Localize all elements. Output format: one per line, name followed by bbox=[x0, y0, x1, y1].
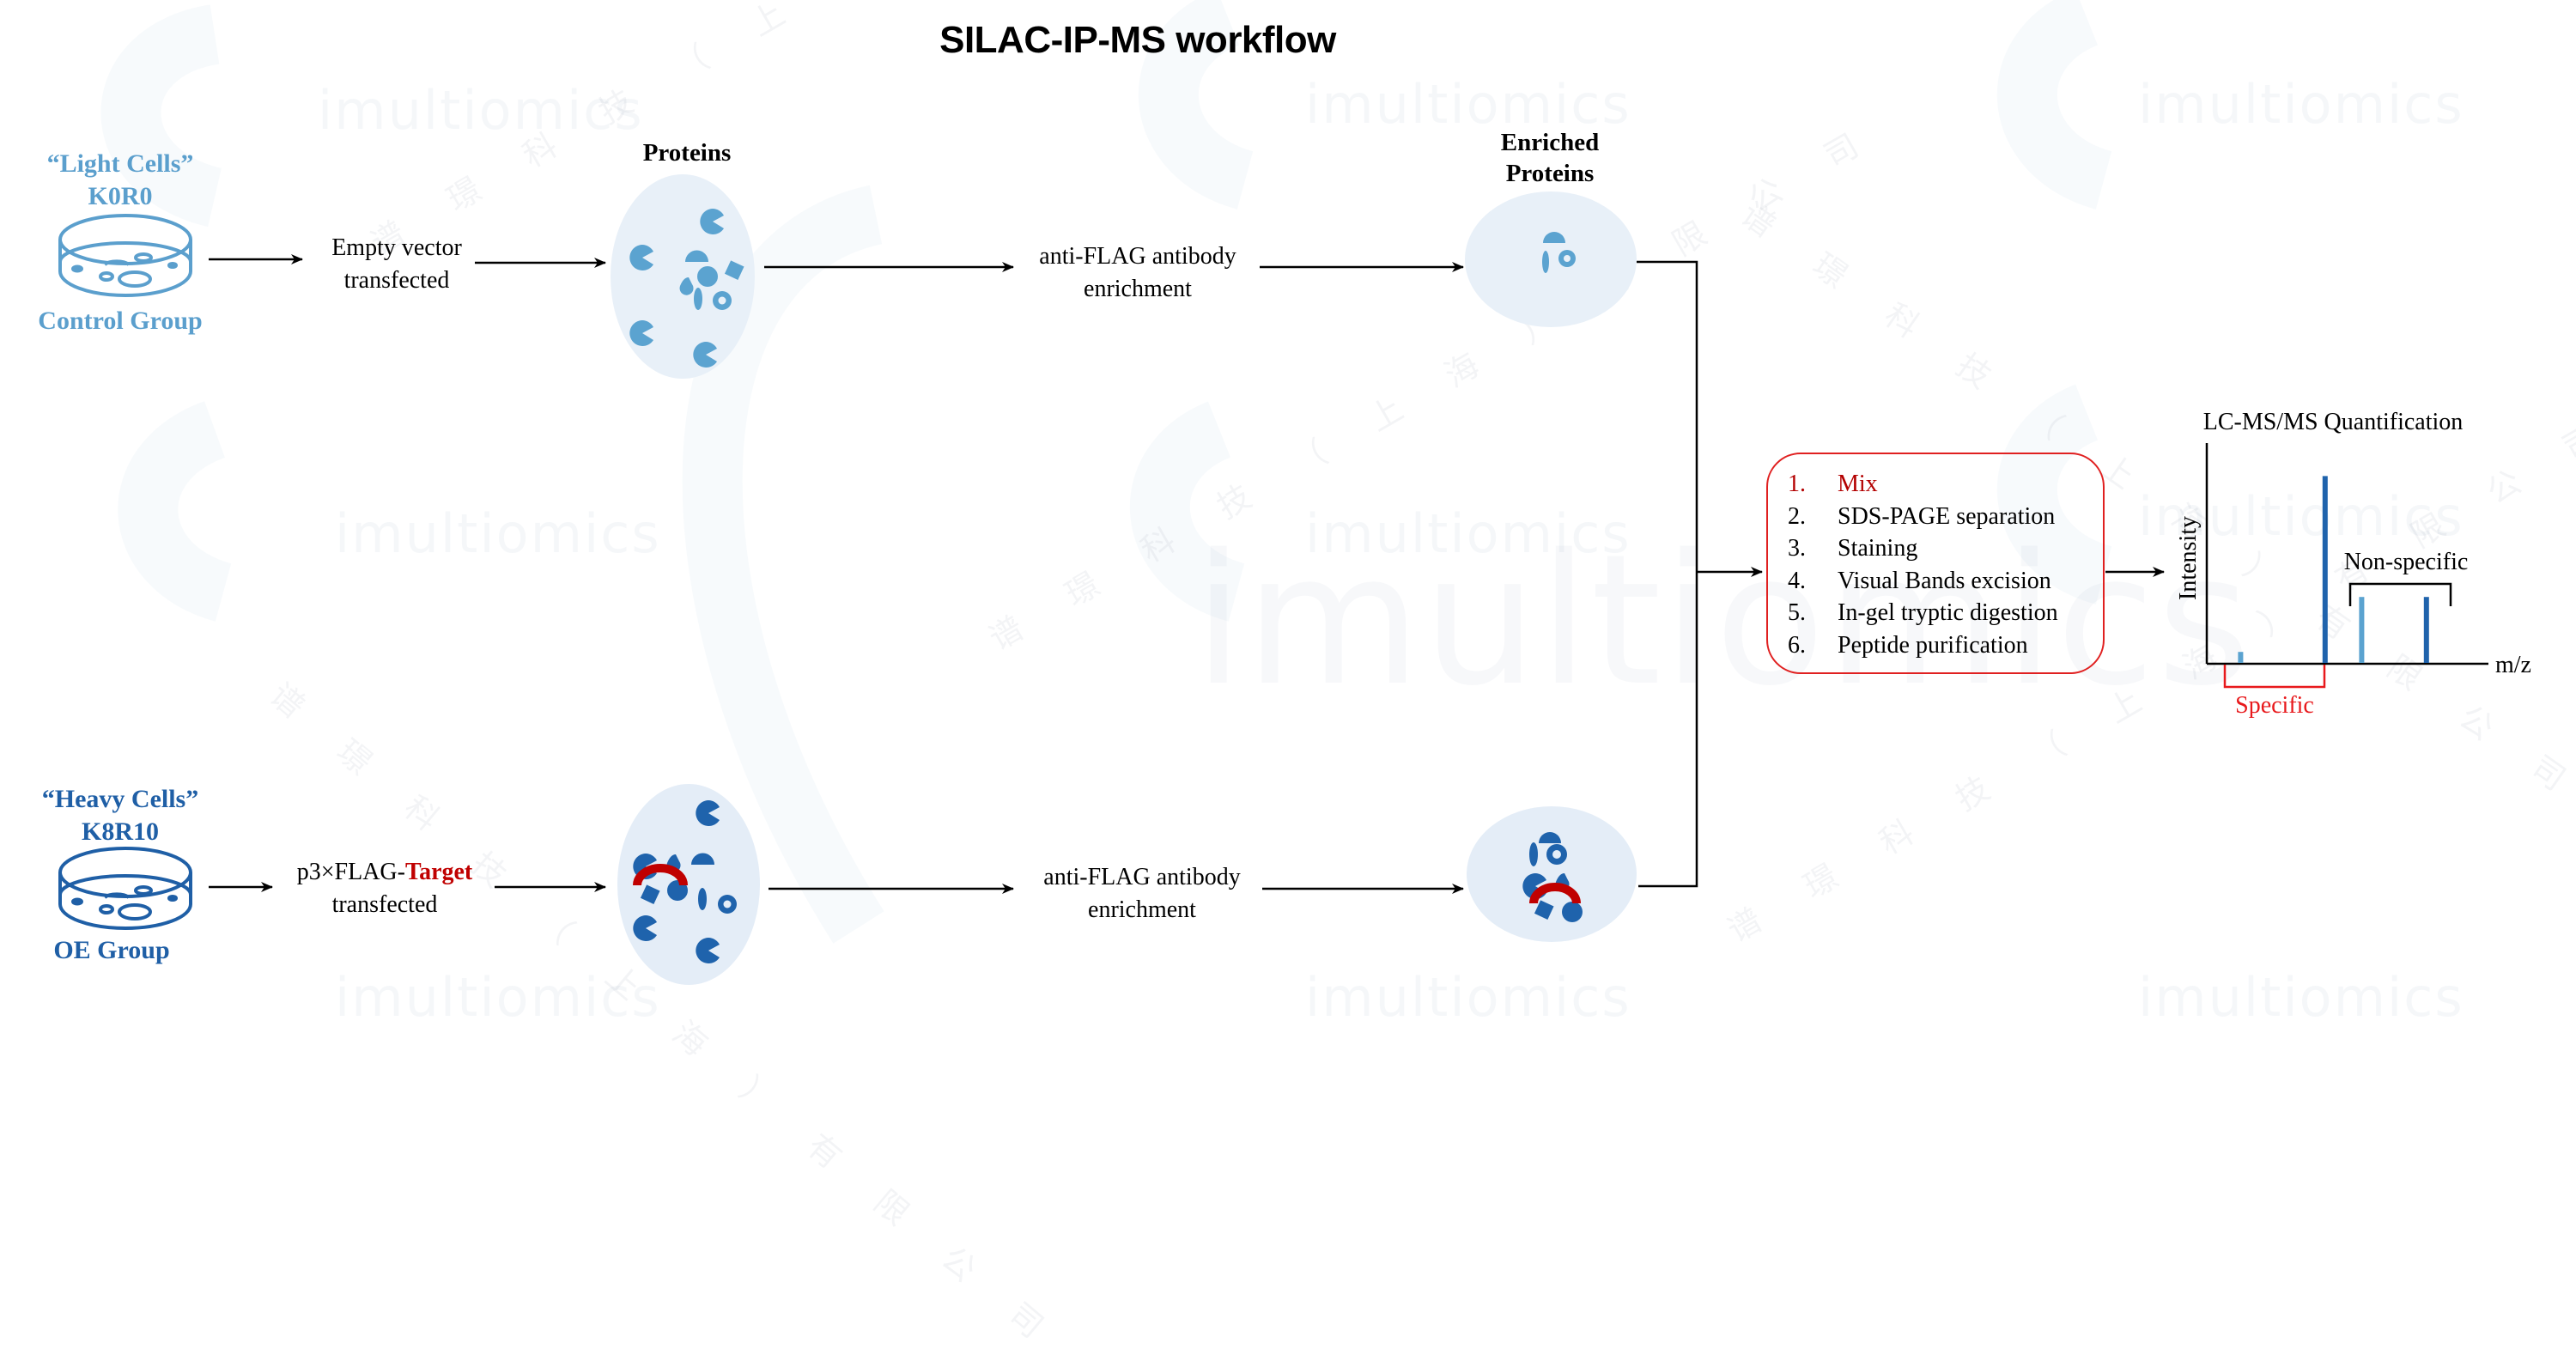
petri-dish-icon-heavy bbox=[58, 847, 192, 930]
enrichment-line2: enrichment bbox=[1088, 896, 1196, 923]
oe-group-label: OE Group bbox=[53, 936, 170, 964]
transfection-line2: transfected bbox=[331, 891, 438, 918]
heavy-cells-name: “Heavy Cells” bbox=[41, 785, 199, 813]
step-text: SDS-PAGE separation bbox=[1838, 502, 2056, 530]
vector-prefix: p3×FLAG- bbox=[296, 859, 405, 885]
antiflag-enrichment-heavy: anti-FLAG antibody enrichment bbox=[1022, 861, 1262, 927]
process-step: 6. Peptide purification bbox=[1788, 629, 2058, 662]
non-specific-label: Non-specific bbox=[2344, 549, 2469, 575]
step-text: In-gel tryptic digestion bbox=[1838, 599, 2058, 626]
page-title: SILAC-IP-MS workflow bbox=[939, 19, 1336, 61]
heavy-cells-code: K8R10 bbox=[82, 817, 159, 846]
enriched-proteins-heavy bbox=[1467, 806, 1637, 942]
non-specific-bracket bbox=[2348, 582, 2452, 606]
step-number: 5. bbox=[1788, 599, 1806, 626]
control-group-label: Control Group bbox=[38, 307, 203, 335]
enrichment-line1: anti-FLAG antibody bbox=[1039, 243, 1236, 270]
enriched-proteins-light bbox=[1465, 191, 1637, 327]
x-axis-label: m/z bbox=[2495, 652, 2531, 678]
light-cells-name: “Light Cells” bbox=[46, 149, 194, 178]
specific-bracket bbox=[2223, 665, 2326, 689]
step-number: 2. bbox=[1788, 502, 1806, 530]
petri-dish-icon-light bbox=[58, 214, 192, 297]
enrichment-line1: anti-FLAG antibody bbox=[1043, 864, 1241, 890]
chart-title: LC-MS/MS Quantification bbox=[2203, 409, 2464, 435]
y-axis-label: Intensity bbox=[2175, 516, 2202, 600]
target-highlight: Target bbox=[404, 859, 473, 885]
enriched-proteins-label: Enriched Proteins bbox=[1464, 127, 1636, 189]
enriched-line1: Enriched bbox=[1500, 129, 1600, 156]
transfection-line2: transfected bbox=[343, 267, 450, 294]
process-step: 4. Visual Bands excision bbox=[1788, 565, 2058, 598]
light-cells-label: “Light Cells” K0R0 bbox=[34, 148, 206, 213]
heavy-cells-label: “Heavy Cells” K8R10 bbox=[34, 783, 206, 848]
step-number: 1. bbox=[1788, 471, 1806, 497]
process-steps-list: 1. Mix 2. SDS-PAGE separation 3. Staining 4. Vi… bbox=[1788, 468, 2058, 661]
step-number: 4. bbox=[1788, 567, 1806, 594]
light-cells-code: K0R0 bbox=[88, 182, 153, 210]
step-text: Staining bbox=[1838, 535, 1918, 562]
process-step: 3. Staining bbox=[1788, 532, 2058, 565]
process-step: 5. In-gel tryptic digestion bbox=[1788, 597, 2058, 629]
enriched-line2: Proteins bbox=[1505, 160, 1595, 187]
transfection-line1: p3×FLAG-Target bbox=[275, 856, 495, 889]
empty-vector-transfection: Empty vector transfected bbox=[311, 232, 483, 297]
enrichment-line2: enrichment bbox=[1084, 276, 1192, 302]
ms-peak-light bbox=[2359, 597, 2365, 663]
ms-peak-light bbox=[2238, 652, 2244, 663]
step-number: 6. bbox=[1788, 631, 1806, 659]
step-text: Visual Bands excision bbox=[1838, 567, 2051, 594]
step-text: Mix bbox=[1838, 471, 1878, 497]
ms-peak-heavy bbox=[2322, 476, 2328, 663]
process-step: 2. SDS-PAGE separation bbox=[1788, 501, 2058, 533]
flag-target-transfection: p3×FLAG-Target transfected bbox=[275, 856, 495, 921]
merge-connector bbox=[1637, 260, 1698, 888]
ms-chart: LC-MS/MS Quantification Intensity m/z Sp… bbox=[2175, 409, 2531, 719]
ms-peak-heavy bbox=[2423, 597, 2429, 663]
antiflag-enrichment-light: anti-FLAG antibody enrichment bbox=[1018, 240, 1258, 306]
step-number: 3. bbox=[1788, 535, 1806, 562]
transfection-line1: Empty vector bbox=[331, 234, 462, 261]
step-text: Peptide purification bbox=[1838, 631, 2028, 659]
process-step: 1. Mix bbox=[1788, 468, 2058, 501]
proteins-label: Proteins bbox=[642, 139, 732, 167]
specific-label: Specific bbox=[2235, 692, 2314, 719]
